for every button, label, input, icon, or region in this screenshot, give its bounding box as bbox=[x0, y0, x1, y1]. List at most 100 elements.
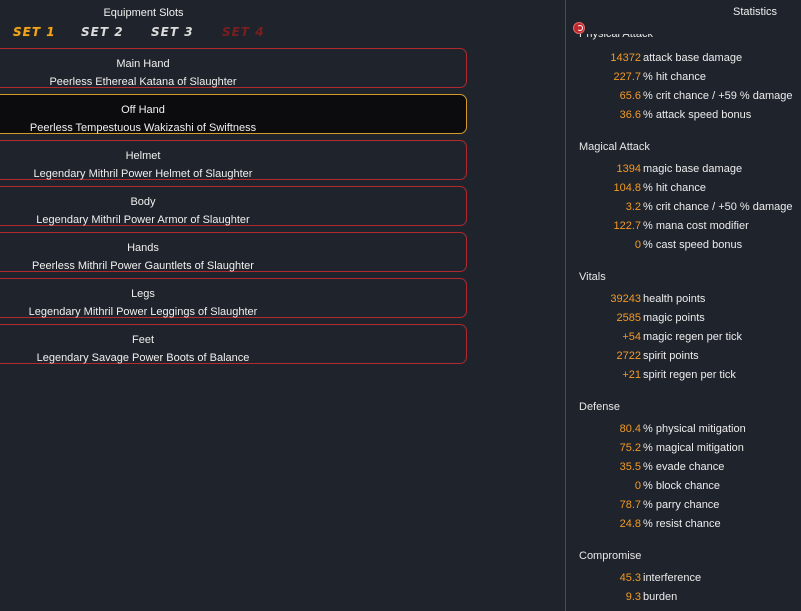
stat-label: % physical mitigation bbox=[643, 423, 746, 435]
stat-value: +54 bbox=[622, 331, 641, 343]
close-icon[interactable] bbox=[573, 22, 585, 34]
stat-label: % crit chance / +59 % damage bbox=[643, 90, 793, 102]
set-tab-2[interactable]: SET 2 bbox=[81, 25, 124, 39]
stat-label: % resist chance bbox=[643, 518, 721, 530]
stat-label: % hit chance bbox=[643, 71, 706, 83]
stat-label: magic base damage bbox=[643, 163, 743, 175]
stat-value: 78.7 bbox=[619, 499, 641, 511]
stat-row: 35.5 % evade chance bbox=[566, 461, 801, 475]
stat-value: 24.8 bbox=[619, 518, 641, 530]
stat-label: spirit points bbox=[643, 350, 699, 362]
section-title-magical: Magical Attack bbox=[579, 141, 650, 153]
slot-name: Hands bbox=[127, 242, 159, 254]
stat-row: 0 % cast speed bonus bbox=[566, 239, 801, 253]
stat-label: % magical mitigation bbox=[643, 442, 744, 454]
stat-row: 2585 magic points bbox=[566, 312, 801, 326]
stat-value: 0 bbox=[634, 239, 641, 251]
slot-item: Legendary Mithril Power Armor of Slaught… bbox=[36, 214, 250, 226]
section-title-compromise: Compromise bbox=[579, 550, 642, 562]
slot-helmet[interactable]: Helmet Legendary Mithril Power Helmet of… bbox=[0, 140, 467, 180]
section-title-vitals: Vitals bbox=[579, 271, 606, 283]
slot-off-hand[interactable]: Off Hand Peerless Tempestuous Wakizashi … bbox=[0, 94, 467, 134]
stat-label: % cast speed bonus bbox=[643, 239, 743, 251]
stat-row: 122.7 % mana cost modifier bbox=[566, 220, 801, 234]
stat-value: 45.3 bbox=[619, 572, 641, 584]
stat-row: 39243 health points bbox=[566, 293, 801, 307]
stat-value: 80.4 bbox=[619, 423, 641, 435]
slot-item: Peerless Tempestuous Wakizashi of Swiftn… bbox=[29, 122, 257, 134]
stat-label: spirit regen per tick bbox=[643, 369, 736, 381]
stat-label: attack base damage bbox=[643, 52, 743, 64]
slot-item: Legendary Mithril Power Helmet of Slaugh… bbox=[33, 168, 253, 180]
section-title-physical: Physical Attack bbox=[579, 28, 653, 40]
slot-name: Main Hand bbox=[116, 58, 170, 70]
stat-row: 104.8 % hit chance bbox=[566, 182, 801, 196]
stat-row: 227.7 % hit chance bbox=[566, 71, 801, 85]
stat-label: burden bbox=[643, 591, 678, 603]
stat-label: % evade chance bbox=[643, 461, 725, 473]
stat-value: 75.2 bbox=[619, 442, 641, 454]
slot-legs[interactable]: Legs Legendary Mithril Power Leggings of… bbox=[0, 278, 467, 318]
statistics-panel: Statistics Physical Attack 14372 attack … bbox=[566, 0, 801, 611]
slot-name: Helmet bbox=[125, 150, 161, 162]
statistics-title: Statistics bbox=[733, 6, 778, 18]
slot-item: Legendary Savage Power Boots of Balance bbox=[36, 352, 250, 364]
stat-row: 9.3 burden bbox=[566, 591, 801, 605]
stat-row: 75.2 % magical mitigation bbox=[566, 442, 801, 456]
stat-value: 0 bbox=[634, 480, 641, 492]
stat-row: 3.2 % crit chance / +50 % damage bbox=[566, 201, 801, 215]
slot-hands[interactable]: Hands Peerless Mithril Power Gauntlets o… bbox=[0, 232, 467, 272]
stat-label: interference bbox=[643, 572, 702, 584]
stat-value: 122.7 bbox=[613, 220, 641, 232]
stat-row: 14372 attack base damage bbox=[566, 52, 801, 66]
set-tab-4[interactable]: SET 4 bbox=[222, 25, 265, 39]
equipment-title: Equipment Slots bbox=[103, 7, 184, 19]
stat-value: 39243 bbox=[610, 293, 641, 305]
stat-value: 104.8 bbox=[613, 182, 641, 194]
slot-name: Off Hand bbox=[121, 104, 165, 116]
stat-value: 3.2 bbox=[625, 201, 641, 213]
stat-label: % crit chance / +50 % damage bbox=[643, 201, 793, 213]
stat-value: 1394 bbox=[616, 163, 641, 175]
stat-label: % mana cost modifier bbox=[643, 220, 749, 232]
stat-label: % block chance bbox=[643, 480, 721, 492]
stat-value: 2722 bbox=[616, 350, 641, 362]
stat-label: % attack speed bonus bbox=[643, 109, 752, 121]
slot-name: Legs bbox=[131, 288, 155, 300]
slot-item: Legendary Mithril Power Leggings of Slau… bbox=[28, 306, 258, 318]
stat-row: 2722 spirit points bbox=[566, 350, 801, 364]
stat-value: 2585 bbox=[616, 312, 641, 324]
stat-row: 65.6 % crit chance / +59 % damage bbox=[566, 90, 801, 104]
stat-row: 24.8 % resist chance bbox=[566, 518, 801, 532]
slot-body[interactable]: Body Legendary Mithril Power Armor of Sl… bbox=[0, 186, 467, 226]
stat-label: magic points bbox=[643, 312, 705, 324]
slot-item: Peerless Mithril Power Gauntlets of Slau… bbox=[32, 260, 254, 272]
stat-value: 35.5 bbox=[619, 461, 641, 473]
stat-row: +54 magic regen per tick bbox=[566, 331, 801, 345]
slot-main-hand[interactable]: Main Hand Peerless Ethereal Katana of Sl… bbox=[0, 48, 467, 88]
stat-label: % parry chance bbox=[643, 499, 720, 511]
stat-row: 80.4 % physical mitigation bbox=[566, 423, 801, 437]
stat-value: +21 bbox=[622, 369, 641, 381]
set-tab-3[interactable]: SET 3 bbox=[151, 25, 194, 39]
stat-value: 36.6 bbox=[619, 109, 641, 121]
stat-value: 9.3 bbox=[625, 591, 641, 603]
slot-item: Peerless Ethereal Katana of Slaughter bbox=[49, 76, 237, 88]
stat-label: magic regen per tick bbox=[643, 331, 743, 343]
stat-label: health points bbox=[643, 293, 706, 305]
stat-row: 0 % block chance bbox=[566, 480, 801, 494]
stat-value: 65.6 bbox=[619, 90, 641, 102]
stat-row: +21 spirit regen per tick bbox=[566, 369, 801, 383]
stat-value: 227.7 bbox=[613, 71, 641, 83]
stat-row: 45.3 interference bbox=[566, 572, 801, 586]
set-tab-1[interactable]: SET 1 bbox=[13, 25, 56, 39]
stat-row: 78.7 % parry chance bbox=[566, 499, 801, 513]
equipment-panel: Equipment Slots SET 1 SET 2 SET 3 SET 4 … bbox=[0, 0, 565, 611]
stat-value: 14372 bbox=[610, 52, 641, 64]
stat-row: 1394 magic base damage bbox=[566, 163, 801, 177]
slot-feet[interactable]: Feet Legendary Savage Power Boots of Bal… bbox=[0, 324, 467, 364]
section-title-defense: Defense bbox=[579, 401, 620, 413]
slot-name: Feet bbox=[131, 334, 154, 346]
stat-label: % hit chance bbox=[643, 182, 706, 194]
slot-name: Body bbox=[130, 196, 156, 208]
